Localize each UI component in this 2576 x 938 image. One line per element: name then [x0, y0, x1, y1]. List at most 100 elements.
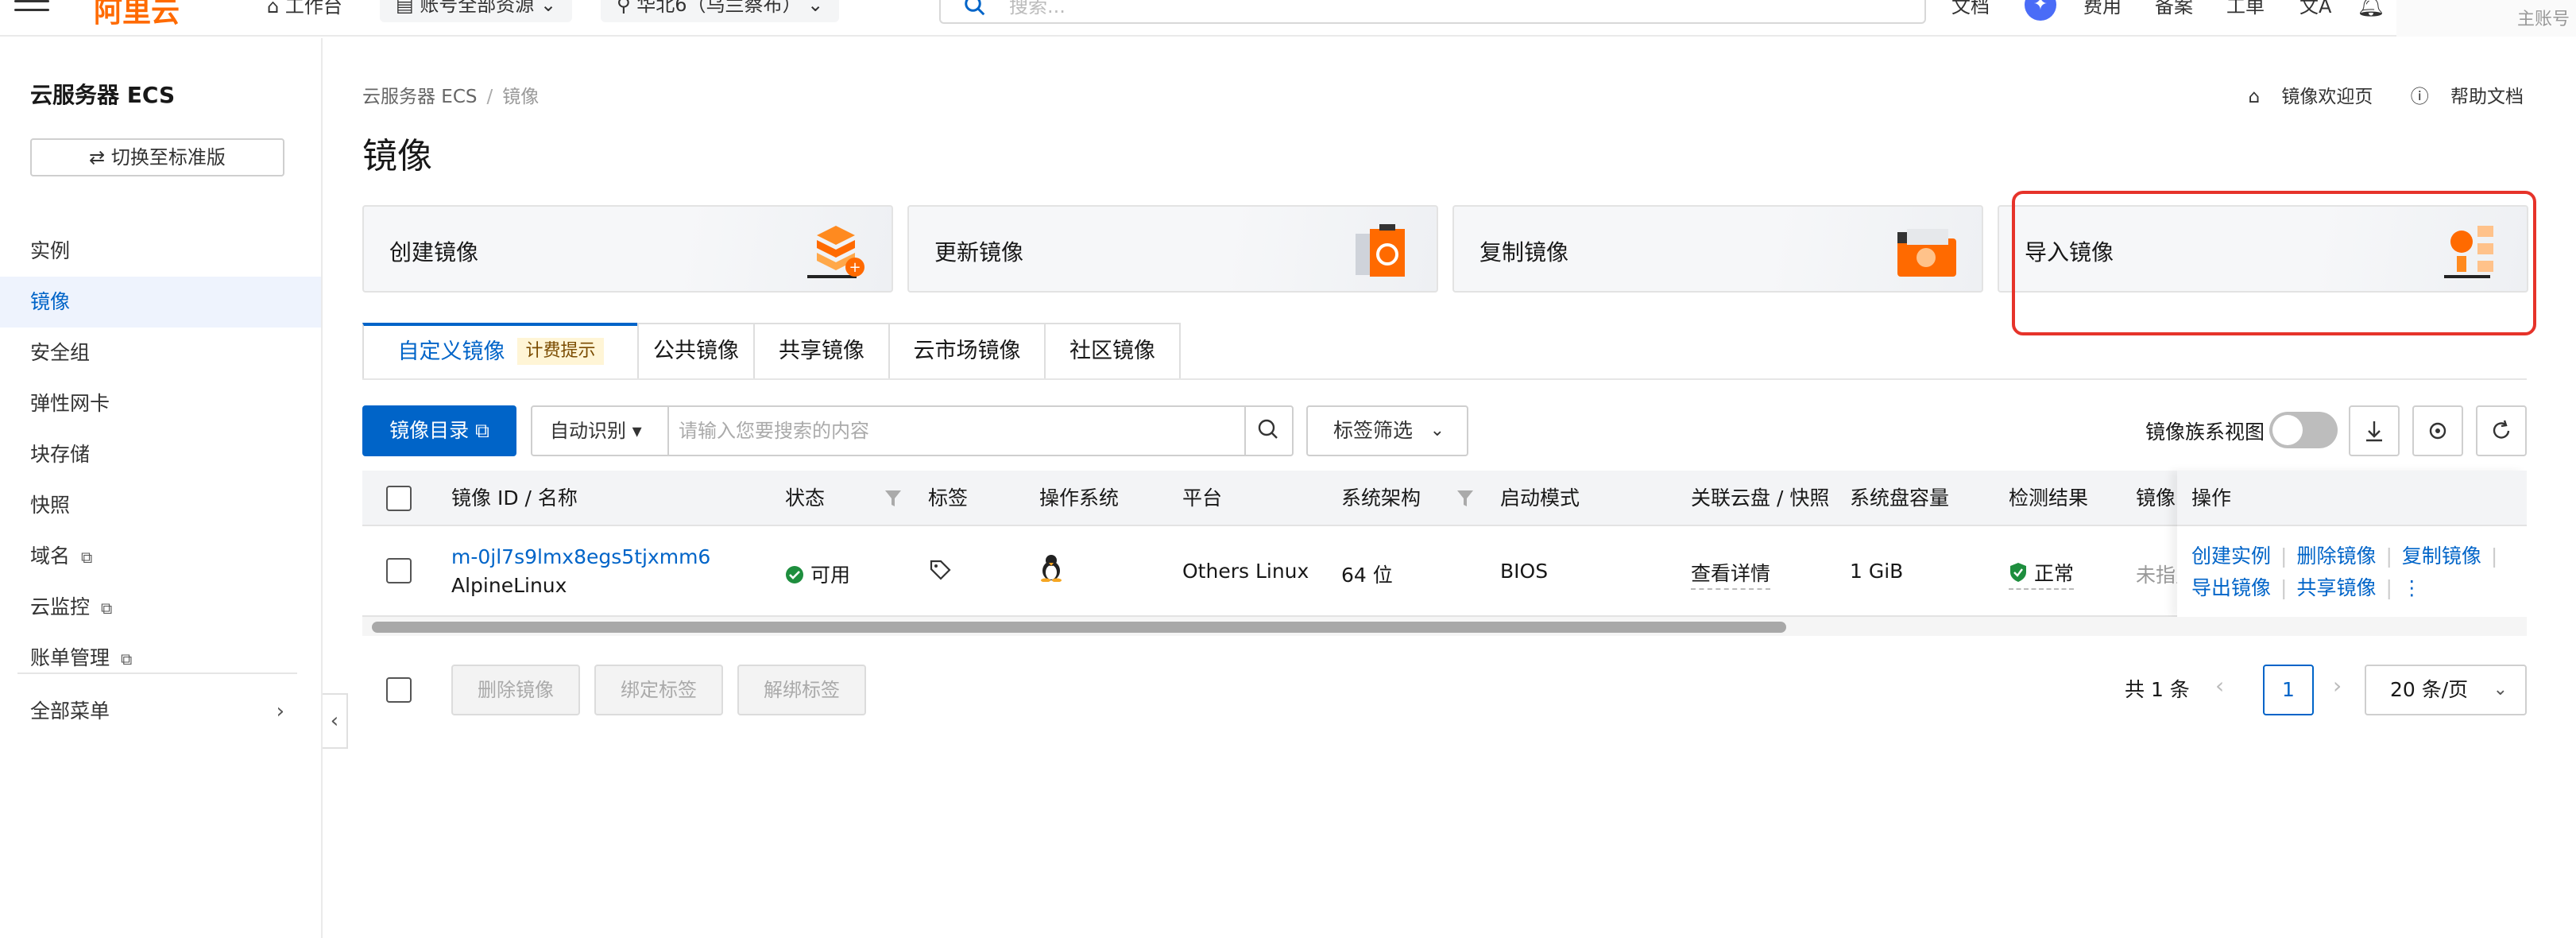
search-mode-select[interactable]: 自动识别 ▾ [532, 407, 669, 455]
home-icon: ⌂ [267, 0, 285, 17]
sidebar-collapse-button[interactable]: ‹ [323, 693, 348, 749]
horizontal-scrollbar[interactable] [362, 617, 2527, 636]
page-title: 镜像 [362, 136, 432, 176]
menu-icon[interactable] [14, 0, 49, 16]
sidebar: 云服务器 ECS ⇄ 切换至标准版 实例 镜像 安全组 弹性网卡 块存储 快照 … [0, 38, 323, 938]
action-separator: | [2280, 576, 2288, 599]
sidebar-item-instances[interactable]: 实例 [0, 226, 321, 277]
external-link-icon: ⧉ [101, 599, 113, 618]
disk-capacity-cell: 1 GiB [1850, 560, 1904, 583]
select-all-checkbox[interactable] [386, 486, 412, 511]
tab-custom-images[interactable]: 自定义镜像 计费提示 [362, 323, 639, 380]
resource-scope-label: 账号全部资源 [420, 0, 535, 16]
caret-down-icon: ▾ [626, 420, 642, 442]
filter-icon[interactable] [884, 488, 903, 509]
share-image-link[interactable]: 共享镜像 [2296, 576, 2376, 599]
region-dropdown[interactable]: ⚲ 华北6（乌兰察布） ⌄ [601, 0, 840, 22]
chevron-down-icon: ⌄ [540, 0, 557, 16]
sidebar-item-eni[interactable]: 弹性网卡 [0, 378, 321, 429]
billing-tip-badge[interactable]: 计费提示 [517, 338, 604, 365]
refresh-button[interactable] [2476, 405, 2527, 456]
update-image-card[interactable]: 更新镜像 [907, 205, 1438, 293]
filter-icon[interactable] [1456, 488, 1475, 509]
logo[interactable]: 阿里云 [94, 0, 180, 30]
home-icon: ⌂ [2248, 87, 2266, 107]
family-view-toggle[interactable] [2269, 412, 2338, 448]
all-menu-button[interactable]: 全部菜单 › [30, 692, 284, 731]
pager-total: 共 1 条 [2125, 678, 2190, 701]
view-details-link[interactable]: 查看详情 [1691, 558, 1771, 590]
resource-scope-dropdown[interactable]: ▤ 账号全部资源 ⌄ [380, 0, 573, 22]
search-icon [1258, 419, 1278, 439]
image-name: AlpineLinux [451, 574, 567, 597]
tab-public-images[interactable]: 公共镜像 [637, 323, 755, 380]
welcome-page-label: 镜像欢迎页 [2281, 87, 2373, 107]
create-instance-link[interactable]: 创建实例 [2191, 545, 2271, 568]
global-search-input[interactable]: 搜索... [939, 0, 1926, 24]
pager-prev-icon[interactable]: ‹ [2215, 672, 2224, 699]
action-separator: | [2490, 545, 2498, 568]
icp-link[interactable]: 备案 [2155, 0, 2193, 22]
tab-marketplace-images[interactable]: 云市场镜像 [888, 323, 1046, 380]
create-image-icon: + [807, 226, 864, 278]
image-catalog-button[interactable]: 镜像目录 ⧉ [362, 405, 516, 456]
ticket-link[interactable]: 工单 [2226, 0, 2265, 22]
operations-column: 操作 创建实例 | 删除镜像 | 复制镜像 | 导出镜像 | 共享镜像 | ⋮ [2177, 471, 2527, 617]
sidebar-item-security-groups[interactable]: 安全组 [0, 328, 321, 378]
more-actions-icon[interactable]: ⋮ [2402, 576, 2422, 599]
assistant-icon[interactable]: ✦ [2025, 0, 2056, 21]
row-checkbox[interactable] [386, 558, 412, 583]
language-icon[interactable]: 文A [2299, 0, 2331, 22]
scrollbar-thumb[interactable] [372, 622, 1786, 633]
status-cell: 可用 [785, 560, 850, 588]
delete-image-link[interactable]: 删除镜像 [2296, 545, 2376, 568]
bulk-select-checkbox[interactable] [386, 677, 412, 703]
sidebar-item-domains[interactable]: 域名 ⧉ [0, 531, 321, 582]
region-label: 华北6（乌兰察布） [636, 0, 802, 16]
page-size-select[interactable]: 20 条/页 ⌄ [2365, 665, 2527, 715]
billing-link[interactable]: 费用 [2083, 0, 2122, 22]
svg-text:+: + [849, 259, 861, 276]
search-button[interactable] [1244, 407, 1292, 455]
settings-button[interactable] [2412, 405, 2463, 456]
docs-link[interactable]: 文档 [1951, 0, 1990, 22]
bulk-unbind-tag-button[interactable]: 解绑标签 [737, 665, 866, 715]
pager-page-1[interactable]: 1 [2263, 665, 2314, 715]
breadcrumb-root[interactable]: 云服务器 ECS [362, 87, 478, 107]
search-placeholder: 搜索... [1009, 0, 1066, 17]
all-menu-label: 全部菜单 [30, 700, 110, 723]
workbench-link[interactable]: ⌂ 工作台 [267, 0, 342, 22]
tag-filter-dropdown[interactable]: 标签筛选 ⌄ [1306, 405, 1468, 456]
tab-shared-images[interactable]: 共享镜像 [753, 323, 890, 380]
bulk-delete-button[interactable]: 删除镜像 [451, 665, 580, 715]
help-docs-link[interactable]: ⓘ 帮助文档 [2395, 87, 2524, 107]
sidebar-item-billing[interactable]: 账单管理 ⧉ [0, 633, 321, 684]
col-status: 状态 [785, 486, 826, 510]
card-label: 创建镜像 [389, 239, 479, 266]
sidebar-item-cloudmonitor[interactable]: 云监控 ⧉ [0, 582, 321, 633]
search-input[interactable]: 请输入您要搜索的内容 [679, 407, 869, 455]
image-id-link[interactable]: m-0jl7s9lmx8egs5tjxmm6 [451, 545, 710, 568]
welcome-page-link[interactable]: ⌂ 镜像欢迎页 [2232, 87, 2373, 107]
switch-edition-button[interactable]: ⇄ 切换至标准版 [30, 138, 284, 176]
export-image-link[interactable]: 导出镜像 [2191, 576, 2271, 599]
bulk-bind-tag-button[interactable]: 绑定标签 [594, 665, 723, 715]
check-result-cell[interactable]: 正常 [2009, 558, 2074, 590]
pager-next-icon[interactable]: › [2333, 672, 2342, 699]
col-check-result: 检测结果 [2009, 486, 2089, 510]
tab-community-images[interactable]: 社区镜像 [1044, 323, 1181, 380]
sidebar-item-snapshots[interactable]: 快照 [0, 480, 321, 531]
tag-icon[interactable] [928, 558, 952, 582]
download-icon [2366, 421, 2382, 442]
copy-image-link[interactable]: 复制镜像 [2402, 545, 2481, 568]
card-label: 更新镜像 [934, 239, 1024, 266]
chevron-right-icon: › [276, 700, 284, 723]
sidebar-item-block-storage[interactable]: 块存储 [0, 429, 321, 480]
bell-icon[interactable]: 🔔︎ [2357, 0, 2385, 18]
download-button[interactable] [2349, 405, 2400, 456]
tabs-divider [362, 378, 2527, 380]
copy-image-card[interactable]: 复制镜像 [1452, 205, 1983, 293]
account-menu[interactable]: 主账号 [2396, 0, 2576, 37]
sidebar-item-images[interactable]: 镜像 [0, 277, 321, 328]
create-image-card[interactable]: 创建镜像 + [362, 205, 893, 293]
